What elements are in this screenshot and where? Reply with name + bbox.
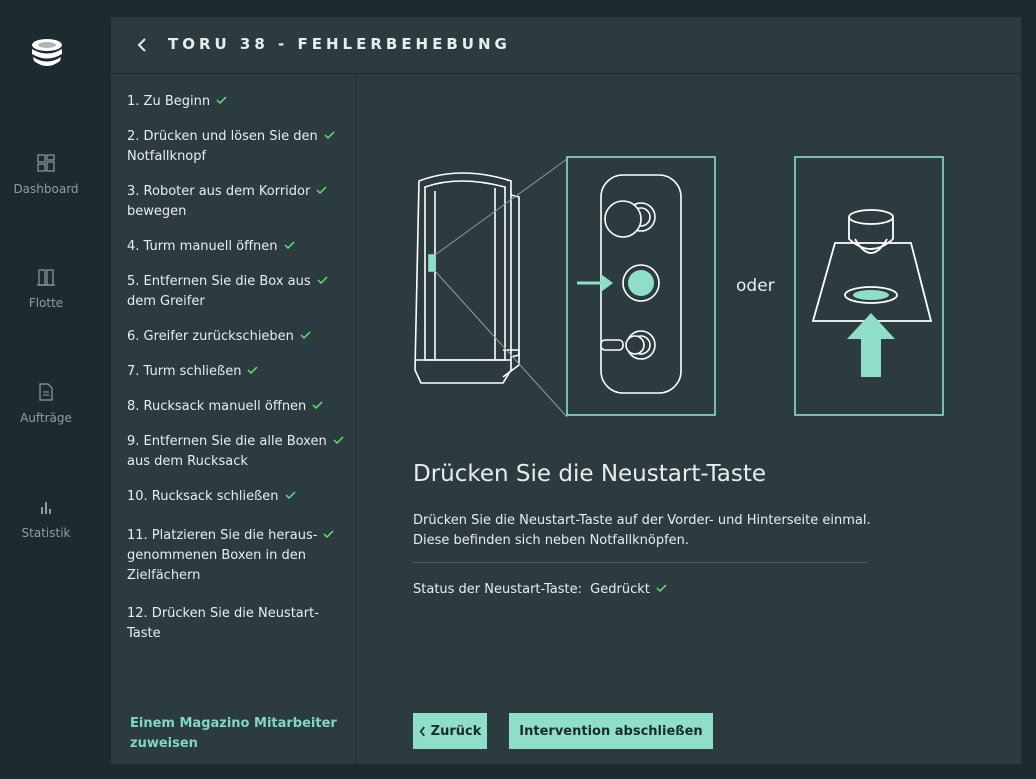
step-item[interactable]: 2. Drücken und lösen Sie den Notfallknop…	[127, 127, 349, 167]
finish-button-label: Intervention abschließen	[519, 723, 703, 739]
step-label-continued: Zielfächern	[127, 568, 201, 583]
assign-label-continued: zuweisen	[130, 736, 198, 751]
fleet-icon	[37, 269, 55, 286]
nav-item-flotte[interactable]: Flotte	[0, 266, 92, 310]
check-icon	[324, 131, 335, 139]
step-label: 7. Turm schließen	[127, 364, 242, 379]
nav-label-auftraege: Aufträge	[20, 411, 72, 425]
divider	[413, 562, 867, 563]
dashboard-icon	[37, 154, 55, 172]
step-item[interactable]: 11. Platzieren Sie die heraus- genommene…	[127, 526, 349, 586]
step-list: 1. Zu Beginn 2. Drücken und lösen Sie de…	[111, 74, 356, 764]
check-icon	[300, 331, 311, 339]
step-label-continued: aus dem Rucksack	[127, 454, 248, 469]
finish-intervention-button[interactable]: Intervention abschließen	[509, 713, 713, 749]
page-title: TORU 38 - FEHLERBEHEBUNG	[168, 35, 511, 53]
description-line: Diese befinden sich neben Notfallknöpfen…	[413, 533, 690, 548]
check-icon	[317, 276, 328, 284]
troubleshooting-panel: TORU 38 - FEHLERBEHEBUNG 1. Zu Beginn 2.…	[111, 17, 1021, 764]
step-heading: Drücken Sie die Neustart-Taste	[413, 461, 767, 487]
check-icon	[323, 530, 334, 538]
back-button-label: Zurück	[430, 723, 482, 739]
status-value: Gedrückt	[590, 582, 650, 597]
step-item[interactable]: 7. Turm schließen	[127, 362, 349, 382]
step-label: 6. Greifer zurückschieben	[127, 329, 294, 344]
back-chevron-icon[interactable]	[135, 35, 149, 55]
restart-status: Status der Neustart-Taste: Gedrückt	[413, 582, 667, 597]
check-icon	[656, 584, 667, 592]
magazino-logo	[32, 39, 62, 66]
nav-item-dashboard[interactable]: Dashboard	[0, 152, 92, 196]
step-label-continued: dem Greifer	[127, 294, 205, 309]
orders-icon	[39, 383, 53, 401]
check-icon	[316, 186, 327, 194]
restart-button-illustration	[414, 156, 944, 418]
step-label-continued: Taste	[127, 626, 161, 641]
step-label: 2. Drücken und lösen Sie den	[127, 129, 318, 144]
step-label: 3. Roboter aus dem Korridor	[127, 184, 311, 199]
status-label: Status der Neustart-Taste:	[413, 582, 583, 597]
step-item[interactable]: 9. Entfernen Sie die alle Boxen aus dem …	[127, 432, 349, 472]
robot-tower-drawing	[414, 172, 520, 384]
assign-employee-link[interactable]: Einem Magazino Mitarbeiter zuweisen	[130, 714, 350, 754]
step-label: 10. Rucksack schließen	[127, 489, 279, 504]
nav-label-dashboard: Dashboard	[13, 182, 79, 196]
nav-label-flotte: Flotte	[28, 296, 64, 310]
oder-label: oder	[736, 276, 775, 296]
check-icon	[283, 241, 295, 249]
step-item[interactable]: 3. Roboter aus dem Korridor bewegen	[127, 182, 349, 222]
step-item[interactable]: 4. Turm manuell öffnen	[127, 237, 349, 257]
step-label: 9. Entfernen Sie die alle Boxen	[127, 434, 327, 449]
step-label: 5. Entfernen Sie die Box aus	[127, 274, 311, 289]
step-item[interactable]: 5. Entfernen Sie die Box aus dem Greifer	[127, 272, 349, 312]
check-icon	[285, 491, 296, 499]
step-label: 12. Drücken Sie die Neustart-	[127, 606, 319, 621]
statistics-icon	[41, 502, 51, 514]
step-description: Drücken Sie die Neustart-Taste auf der V…	[413, 511, 933, 551]
step-label-continued: bewegen	[127, 204, 187, 219]
step-label-continued: Notfallknopf	[127, 149, 207, 164]
description-line: Drücken Sie die Neustart-Taste auf der V…	[413, 513, 871, 528]
nav-label-statistik: Statistik	[21, 526, 71, 540]
step-item[interactable]: 8. Rucksack manuell öffnen	[127, 397, 349, 417]
check-icon	[216, 96, 227, 104]
step-label: 1. Zu Beginn	[127, 94, 211, 109]
step-item[interactable]: 10. Rucksack schließen	[127, 487, 349, 507]
nav-item-statistik[interactable]: Statistik	[0, 496, 92, 540]
step-label: 4. Turm manuell öffnen	[127, 239, 278, 254]
step-item[interactable]: 1. Zu Beginn	[127, 92, 349, 112]
nav-item-auftraege[interactable]: Aufträge	[0, 381, 92, 425]
step-item[interactable]: 6. Greifer zurückschieben	[127, 327, 349, 347]
step-label-continued: genommenen Boxen in den	[127, 548, 306, 563]
chevron-left-icon	[419, 726, 425, 736]
check-icon	[333, 436, 344, 444]
step-item-current[interactable]: 12. Drücken Sie die Neustart- Taste	[127, 604, 349, 644]
step-label: 11. Platzieren Sie die heraus-	[127, 528, 318, 543]
assign-label: Einem Magazino Mitarbeiter	[130, 716, 337, 731]
back-button[interactable]: Zurück	[413, 713, 487, 749]
panel-header: TORU 38 - FEHLERBEHEBUNG	[111, 17, 1021, 74]
step-label: 8. Rucksack manuell öffnen	[127, 399, 307, 414]
check-icon	[247, 366, 258, 374]
check-icon	[312, 401, 323, 409]
side-nav: Dashboard Flotte Aufträge Statistik	[0, 0, 92, 779]
